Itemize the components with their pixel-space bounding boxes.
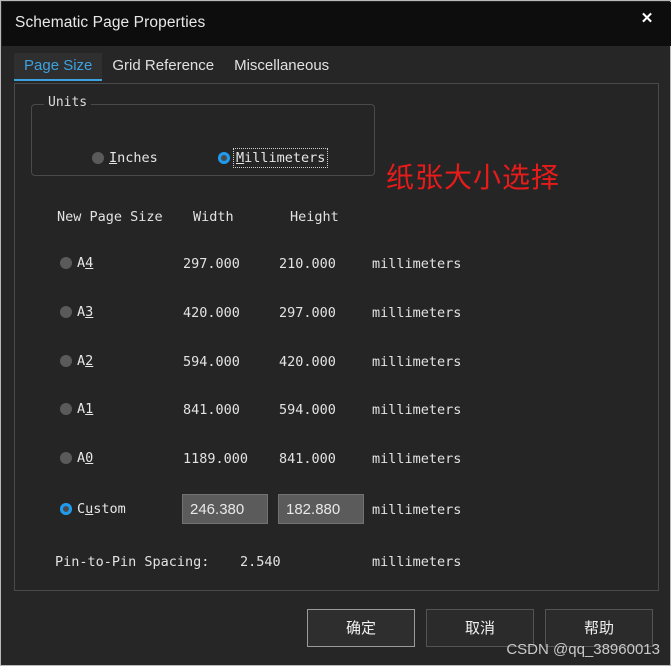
radio-indicator-custom — [60, 503, 72, 515]
column-header-new-page-size: New Page Size — [57, 209, 163, 225]
tab-page-size[interactable]: Page Size — [14, 53, 103, 81]
custom-height-input[interactable] — [278, 494, 364, 524]
radio-units-inches[interactable]: Inches — [92, 150, 158, 166]
table-row: A2 594.000 420.000 millimeters — [15, 350, 658, 374]
column-header-height: Height — [290, 209, 339, 225]
radio-label-a1: A1 — [77, 401, 94, 417]
column-header-width: Width — [193, 209, 234, 225]
radio-units-millimeters[interactable]: Millimeters — [218, 148, 329, 168]
cell-unit-a0: millimeters — [372, 451, 462, 467]
radio-page-size-a4[interactable]: A4 — [60, 255, 93, 271]
tab-miscellaneous[interactable]: Miscellaneous — [224, 53, 339, 79]
radio-indicator-a3 — [60, 306, 72, 318]
pin-to-pin-spacing-label: Pin-to-Pin Spacing: — [55, 554, 210, 570]
annotation-paper-size-selection: 纸张大小选择 — [386, 161, 561, 194]
radio-label-a0: A0 — [77, 450, 94, 466]
ok-button[interactable]: 确定 — [307, 609, 415, 647]
close-icon[interactable]: ✕ — [634, 7, 660, 31]
radio-indicator-inches — [92, 152, 104, 164]
cell-unit-a3: millimeters — [372, 305, 462, 321]
radio-indicator-a1 — [60, 403, 72, 415]
schematic-page-properties-dialog: Schematic Page Properties ✕ Page Size Gri… — [0, 0, 671, 666]
page-size-panel: Units Inches Millimeters New Page Size W… — [14, 83, 659, 591]
radio-indicator-a2 — [60, 355, 72, 367]
radio-page-size-a1[interactable]: A1 — [60, 401, 93, 417]
cell-unit-a2: millimeters — [372, 354, 462, 370]
radio-indicator-millimeters — [218, 152, 230, 164]
units-groupbox: Units Inches Millimeters — [31, 95, 375, 176]
tab-strip: Page Size Grid Reference Miscellaneous — [14, 53, 339, 81]
cell-height-a0: 841.000 — [279, 451, 336, 467]
radio-label-millimeters: Millimeters — [232, 148, 329, 168]
radio-indicator-a4 — [60, 257, 72, 269]
table-row: Custom millimeters — [15, 494, 658, 524]
table-row: A4 297.000 210.000 millimeters — [15, 252, 658, 276]
cell-width-a1: 841.000 — [183, 402, 240, 418]
cell-width-a0: 1189.000 — [183, 451, 249, 467]
cell-width-a3: 420.000 — [183, 305, 240, 321]
radio-page-size-a0[interactable]: A0 — [60, 450, 93, 466]
radio-label-custom: Custom — [77, 501, 126, 517]
radio-page-size-custom[interactable]: Custom — [60, 501, 126, 517]
tab-grid-reference[interactable]: Grid Reference — [102, 53, 224, 79]
cell-unit-custom: millimeters — [372, 502, 462, 518]
pin-to-pin-spacing-value: 2.540 — [240, 554, 281, 570]
cell-height-a2: 420.000 — [279, 354, 336, 370]
cell-unit-a4: millimeters — [372, 256, 462, 272]
custom-width-input[interactable] — [182, 494, 268, 524]
pin-to-pin-spacing-unit: millimeters — [372, 554, 462, 570]
cell-height-a4: 210.000 — [279, 256, 336, 272]
cell-height-a1: 594.000 — [279, 402, 336, 418]
cell-unit-a1: millimeters — [372, 402, 462, 418]
table-row: A1 841.000 594.000 millimeters — [15, 398, 658, 422]
dialog-title: Schematic Page Properties — [15, 14, 206, 31]
watermark: CSDN @qq_38960013 — [506, 641, 660, 658]
radio-indicator-a0 — [60, 452, 72, 464]
cell-height-a3: 297.000 — [279, 305, 336, 321]
radio-page-size-a2[interactable]: A2 — [60, 353, 93, 369]
cell-width-a4: 297.000 — [183, 256, 240, 272]
table-row: A0 1189.000 841.000 millimeters — [15, 447, 658, 471]
radio-label-a4: A4 — [77, 255, 94, 271]
cell-width-a2: 594.000 — [183, 354, 240, 370]
radio-label-a2: A2 — [77, 353, 94, 369]
radio-label-a3: A3 — [77, 304, 94, 320]
table-row: A3 420.000 297.000 millimeters — [15, 301, 658, 325]
radio-label-inches: Inches — [109, 150, 158, 166]
radio-page-size-a3[interactable]: A3 — [60, 304, 93, 320]
dialog-titlebar: Schematic Page Properties ✕ — [2, 2, 671, 46]
units-groupbox-legend: Units — [44, 95, 92, 110]
